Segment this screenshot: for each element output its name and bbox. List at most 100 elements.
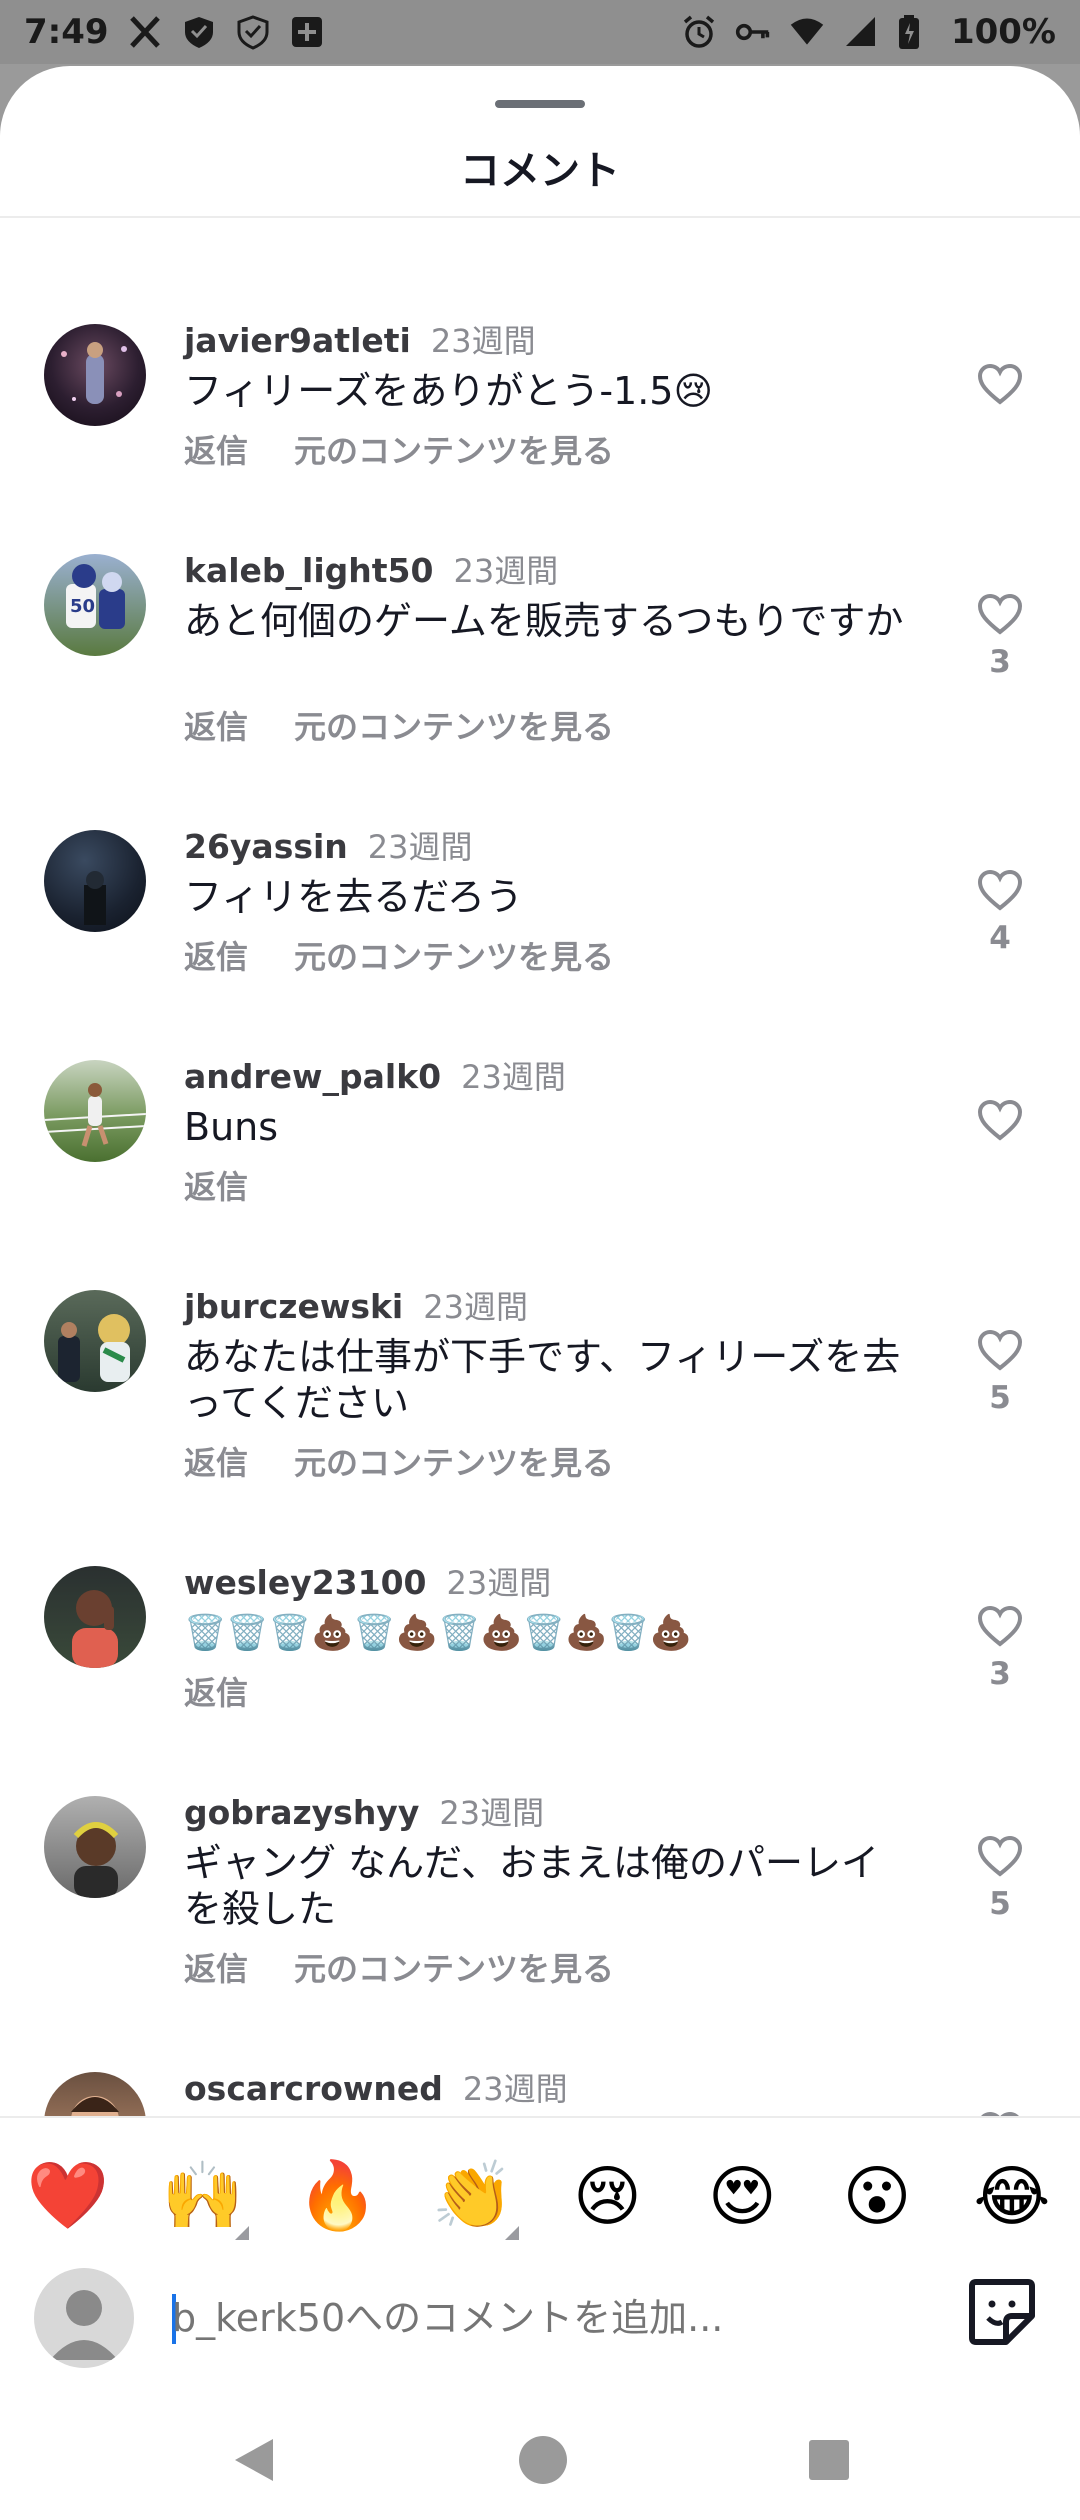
like-button[interactable]: 5 [970,1328,1030,1416]
comment-username[interactable]: kaleb_light50 [184,551,433,590]
comment-username[interactable]: javier9atleti [184,321,411,360]
reply-button[interactable]: 返信 [184,1438,248,1484]
avatar[interactable] [44,324,146,426]
comment-username[interactable]: gobrazyshyy [184,1793,419,1832]
comment-time: 23週間 [439,1794,545,1832]
like-button[interactable] [970,362,1030,414]
sheet-title: コメント [460,148,620,194]
comment-item: wesley23100 23週間 🗑️🗑️🗑️💩🗑️💩🗑️💩🗑️💩🗑️💩 返信 … [0,1558,1080,1758]
back-icon[interactable] [227,2433,281,2487]
status-bar: 7:49 100% [0,0,1080,64]
comment-text: 🗑️🗑️🗑️💩🗑️💩🗑️💩🗑️💩🗑️💩 [184,1613,693,1653]
comment-time: 23週間 [462,2070,568,2108]
like-count: 5 [989,1886,1011,1922]
comment-username[interactable]: wesley23100 [184,1563,427,1602]
home-icon[interactable] [516,2433,570,2487]
heart-icon [977,363,1023,405]
shield-icon [181,14,217,50]
comment-item: javier9atleti 23週間 フィリーズをありがとう-1.5😢 返信 元… [0,316,1080,516]
like-count: 3 [989,644,1011,680]
avatar[interactable] [44,1796,146,1898]
comment-text: Buns [184,1105,279,1149]
reply-button[interactable]: 返信 [184,426,248,472]
like-button[interactable]: 3 [970,592,1030,680]
recents-icon[interactable] [805,2436,853,2484]
comment-item: andrew_palk0 23週間 Buns 返信 [0,1052,1080,1252]
like-button[interactable] [970,1098,1030,1150]
like-button[interactable]: 5 [970,1834,1030,1922]
reply-button[interactable]: 返信 [184,1162,248,1208]
comment-username[interactable]: oscarcrowned [184,2069,443,2108]
x-app-icon [127,14,163,50]
comment-item: 50 kaleb_light50 23週間 あと何個のゲームを販売するつもりです… [0,546,1080,786]
reply-button[interactable]: 返信 [184,702,248,748]
avatar[interactable] [44,1566,146,1668]
reaction-laugh[interactable]: 😂 [964,2148,1060,2244]
like-count: 4 [989,920,1011,956]
heart-icon [977,869,1023,911]
reaction-heart[interactable]: ❤️ [20,2148,116,2244]
avatar[interactable] [44,1060,146,1162]
view-original-button[interactable]: 元のコンテンツを見る [294,702,614,748]
like-button[interactable]: 3 [970,1604,1030,1692]
alarm-icon [681,14,717,50]
like-count: 5 [989,1380,1011,1416]
comment-item: gobrazyshyy 23週間 ギャング なんだ、おまえは俺のパーレイを殺した… [0,1788,1080,2028]
reply-button[interactable]: 返信 [184,932,248,978]
reaction-surprised[interactable]: 😮 [829,2148,925,2244]
comment-time: 23週間 [446,1564,552,1602]
reply-button[interactable]: 返信 [184,1944,248,1990]
comment-time: 23週間 [430,322,536,360]
view-original-button[interactable]: 元のコンテンツを見る [294,1438,614,1484]
comment-time: 23週間 [461,1058,566,1096]
reaction-cry[interactable]: 😢 [559,2148,655,2244]
comment-item: 26yassin 23週間 フィリを去るだろう 返信 元のコンテンツを見る 4 [0,822,1080,1022]
comment-text: ギャング なんだ、おまえは俺のパーレイを殺した [184,1841,879,1931]
avatar[interactable] [44,830,146,932]
comment-input[interactable] [172,2286,892,2350]
view-original-button[interactable]: 元のコンテンツを見る [294,1944,614,1990]
wifi-icon [789,14,825,50]
status-time: 7:49 [24,12,109,52]
shield-check-icon [235,14,271,50]
reaction-clap[interactable]: 👏 [425,2148,521,2244]
view-original-button[interactable]: 元のコンテンツを見る [294,426,614,472]
plus-box-icon [289,14,325,50]
heart-icon [977,1605,1023,1647]
comment-item: jburczewski 23週間 あなたは仕事が下手です、フィリーズを去ってくだ… [0,1282,1080,1522]
reply-button[interactable]: 返信 [184,1668,248,1714]
avatar[interactable] [44,1290,146,1392]
system-nav-bar [0,2400,1080,2520]
avatar[interactable]: 50 [44,554,146,656]
comment-text: あなたは仕事が下手です、フィリーズを去ってください [184,1335,901,1425]
comment-time: 23週間 [423,1288,528,1326]
variant-indicator-icon [504,2226,519,2240]
reaction-fire[interactable]: 🔥 [290,2148,386,2244]
reaction-raised-hands[interactable]: 🙌 [155,2148,251,2244]
comment-text: フィリーズをありがとう-1.5😢 [184,369,714,413]
like-button[interactable]: 4 [970,868,1030,956]
reaction-heart-eyes[interactable]: 😍 [694,2148,790,2244]
comment-time: 23週間 [453,552,559,590]
quick-reactions: ❤️ 🙌 🔥 👏 😢 😍 😮 😂 [20,2148,1060,2244]
comment-username[interactable]: 26yassin [184,827,348,866]
heart-icon [977,1329,1023,1371]
view-original-button[interactable]: 元のコンテンツを見る [294,932,614,978]
comment-list[interactable]: javier9atleti 23週間 フィリーズをありがとう-1.5😢 返信 元… [0,218,1080,2182]
sheet-drag-handle[interactable] [495,100,585,108]
my-avatar [34,2268,134,2368]
like-count: 3 [989,1656,1011,1692]
comment-username[interactable]: jburczewski [184,1287,403,1326]
default-user-icon [50,2290,118,2360]
battery-percent: 100% [950,12,1056,52]
sticker-button[interactable] [962,2272,1042,2352]
svg-text:50: 50 [70,596,95,617]
comment-text: あと何個のゲームを販売するつもりですか [184,599,904,643]
comment-composer [0,2258,1080,2378]
sticker-icon [969,2279,1035,2345]
heart-icon [977,593,1023,635]
battery-icon [897,14,933,50]
signal-icon [843,14,879,50]
comment-username[interactable]: andrew_palk0 [184,1057,441,1096]
comment-text: フィリを去るだろう [184,875,523,919]
